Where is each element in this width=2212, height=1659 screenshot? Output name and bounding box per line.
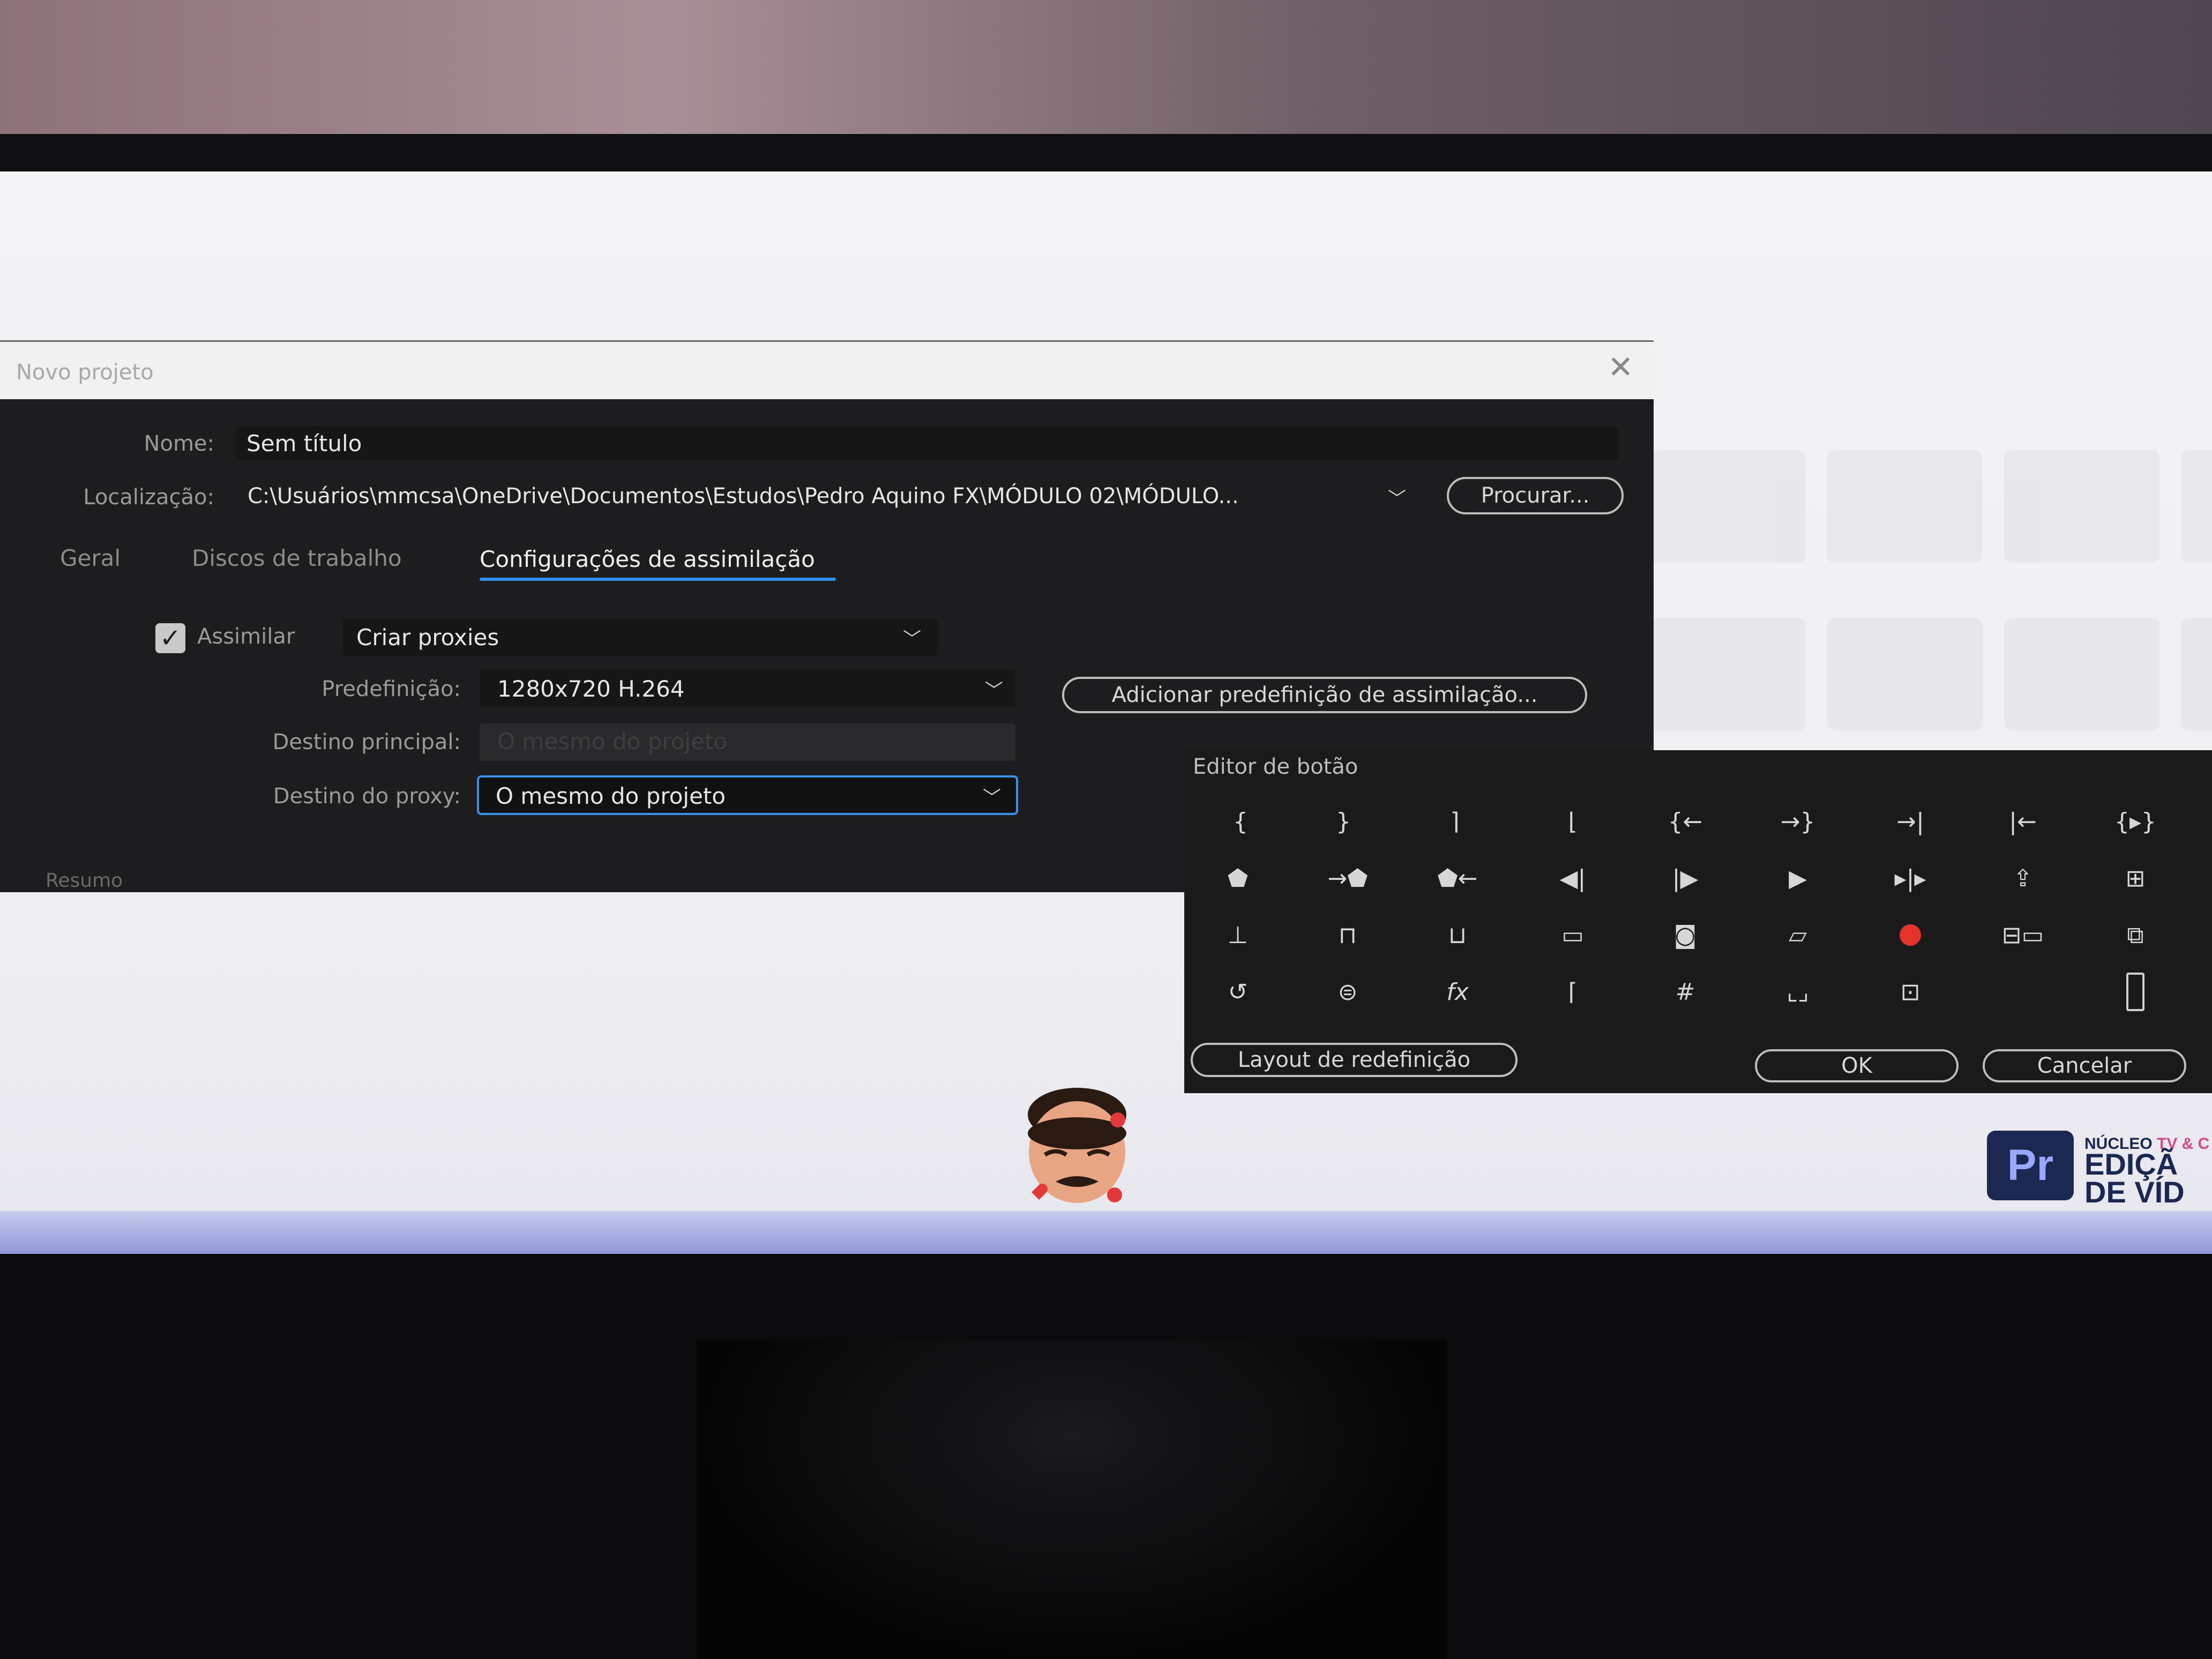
summary-label: Resumo [46,870,123,892]
brand-line-3: DE VÍD [2084,1175,2185,1209]
play-around-icon[interactable]: ▸|▸ [1881,860,1940,897]
cancel-button[interactable]: Cancelar [1983,1049,2186,1082]
add-marker-icon[interactable]: ⬟ [1208,860,1267,897]
show-rulers-icon[interactable]: ⌞⌟ [1768,973,1827,1011]
proxy-destination-value: O mesmo do projeto [496,783,726,809]
insert-icon[interactable]: ⊞ [2106,860,2165,897]
monitor-stand [697,1340,1447,1659]
name-field[interactable] [236,426,1618,460]
location-value[interactable]: C:\Usuários\mmcsa\OneDrive\Documentos\Es… [248,484,1239,509]
proxy-destination-label: Destino do proxy: [273,784,461,809]
record-icon[interactable] [1881,916,1940,954]
premiere-logo: Pr [1987,1131,2074,1200]
room-background [0,0,2212,139]
loop-icon[interactable]: ↺ [1208,973,1267,1011]
location-label: Localização: [83,485,214,510]
go-to-previous-edit-icon[interactable]: |← [1993,803,2052,840]
clear-in-icon[interactable]: ⌉ [1425,803,1484,840]
ok-button[interactable]: OK [1755,1049,1959,1082]
lift-icon[interactable]: ⊥ [1208,916,1267,954]
active-tab-indicator [480,578,836,581]
name-label: Nome: [144,431,214,456]
play-in-to-out-icon[interactable]: {▸} [2106,803,2165,840]
ingest-checkbox-label: Assimilar [197,624,295,649]
snap-icon[interactable]: ⊡ [1881,973,1940,1011]
reset-layout-button[interactable]: Layout de redefinição [1191,1043,1518,1077]
fx-icon[interactable]: fx [1428,973,1487,1011]
primary-destination-label: Destino principal: [272,730,461,754]
step-back-icon[interactable]: ◀| [1543,860,1602,897]
step-forward-icon[interactable]: |▶ [1656,860,1715,897]
primary-destination-value: O mesmo do projeto [497,728,728,754]
go-to-previous-marker-icon[interactable]: ⬟← [1428,860,1487,897]
toggle-proxies-icon[interactable]: ⧉ [2106,916,2165,954]
go-to-next-marker-icon[interactable]: →⬟ [1318,860,1377,897]
go-to-in-icon[interactable]: {← [1656,803,1715,840]
tab-ingest-settings[interactable]: Configurações de assimilação [480,546,815,572]
go-to-out-icon[interactable]: →} [1768,803,1827,840]
multi-camera-icon[interactable]: ⊟▭ [1993,916,2052,954]
proxy-destination-chevron-down-icon[interactable]: ﹀ [983,783,1001,809]
preset-label: Predefinição: [322,677,461,701]
tab-general[interactable]: Geral [60,545,121,571]
empty-slot-icon[interactable] [2106,973,2165,1011]
close-icon[interactable]: ✕ [1608,352,1634,383]
ingest-mode-chevron-down-icon[interactable]: ﹀ [903,624,921,651]
safe-margins-icon[interactable]: ▭ [1543,916,1602,954]
dialog-title: Novo projeto [16,360,154,385]
memoji-sticker [1028,1088,1126,1203]
trim-icon[interactable]: ⌈ [1543,973,1602,1011]
play-icon[interactable]: ▶ [1768,860,1827,897]
preset-chevron-down-icon[interactable]: ﹀ [985,676,1003,702]
monitor-bezel [0,134,2212,177]
go-to-next-edit-icon[interactable]: →| [1881,803,1940,840]
vr-video-icon[interactable]: ⊜ [1318,973,1377,1011]
overwrite-icon[interactable]: ⊔ [1428,916,1487,954]
preset-value: 1280x720 H.264 [497,676,685,702]
add-ingest-preset-button[interactable]: Adicionar predefinição de assimilação... [1062,677,1587,713]
mark-in-icon[interactable]: { [1211,803,1270,840]
taskbar-glow [0,1211,2212,1254]
clear-out-icon[interactable]: ⌊ [1543,803,1602,840]
extract-icon[interactable]: ⊓ [1318,916,1377,954]
ingest-mode-value: Criar proxies [356,624,499,651]
location-chevron-down-icon[interactable]: ﹀ [1388,484,1406,510]
camera-icon[interactable]: ◙ [1656,916,1715,954]
tab-scratch-disks[interactable]: Discos de trabalho [192,545,402,571]
grid-icon[interactable]: # [1656,973,1715,1011]
comparison-view-icon[interactable]: ▱ [1768,916,1827,954]
name-value: Sem título [246,430,362,457]
button-editor-title: Editor de botão [1193,754,1358,779]
mark-out-icon[interactable]: } [1314,803,1373,840]
export-frame-icon[interactable]: ⇪ [1993,860,2052,897]
browse-button[interactable]: Procurar... [1447,477,1624,514]
ingest-checkbox[interactable]: ✓ [155,623,185,653]
